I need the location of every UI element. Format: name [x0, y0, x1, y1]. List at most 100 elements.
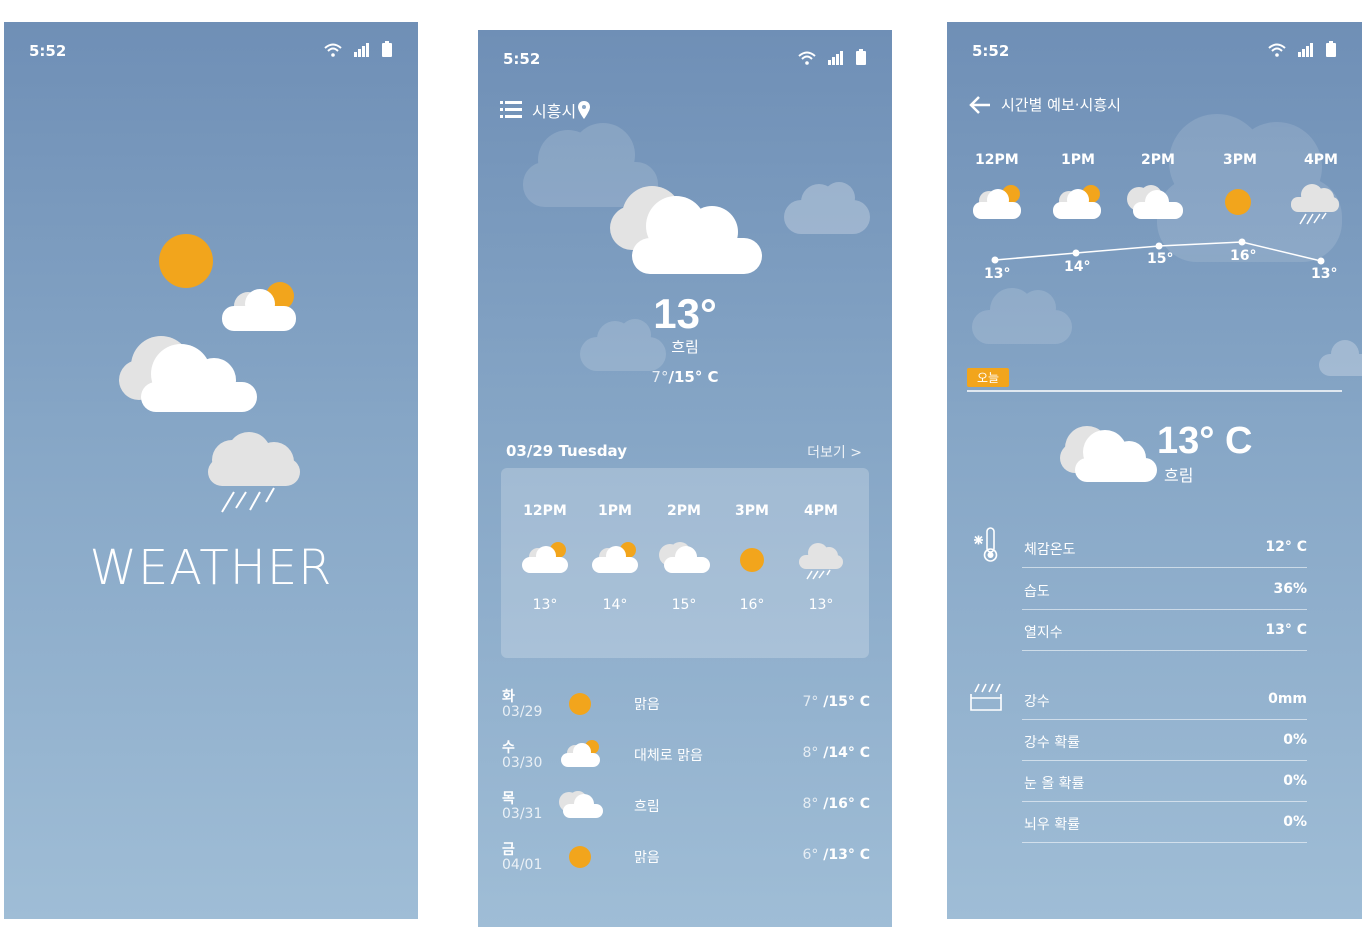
hourly-item: 2PM 15° [654, 503, 714, 613]
background-cloud [972, 288, 1072, 344]
daily-range: 8° /16° C [802, 796, 870, 812]
hourly-time: 12PM [523, 503, 567, 519]
partly-cloudy-icon [522, 542, 568, 573]
hourly-time: 4PM [804, 503, 838, 519]
background-cloud [1319, 340, 1362, 376]
battery-icon [856, 49, 866, 65]
hourly-item: 4PM 13° [791, 503, 851, 613]
detail-value: 36% [1273, 581, 1307, 597]
precipitation-chance-row: 강수 확률 0% [1022, 718, 1307, 761]
hourly-item: 12PM 13° [515, 503, 575, 613]
date-label: 03/29 Tuesday [506, 442, 627, 460]
status-time: 5:52 [29, 42, 67, 60]
detail-label: 체감온도 [1024, 542, 1076, 558]
trend-temp: 14° [1064, 259, 1091, 275]
daily-row[interactable]: 금 04/01 맑음 6° /13° C [502, 839, 870, 885]
hourly-time: 2PM [1141, 152, 1175, 168]
daily-high: /16° C [818, 796, 870, 812]
sun-icon [569, 846, 591, 868]
daily-condition: 대체로 맑음 [634, 748, 703, 764]
current-temperature: 13° [653, 290, 717, 337]
status-icons [798, 49, 866, 65]
temperature-range: 7°/15° C [478, 368, 892, 386]
trend-temp: 16° [1230, 248, 1257, 264]
sun-icon [740, 548, 764, 572]
hourly-time: 4PM [1304, 152, 1338, 168]
battery-icon [382, 41, 392, 57]
status-time: 5:52 [503, 50, 541, 68]
hourly-forecast-card[interactable]: 12PM 13° 1PM 14° 2PM 15° 3PM 16° 4PM 13° [501, 468, 869, 658]
background-cloud [784, 182, 870, 234]
cloudy-icon [659, 542, 710, 573]
detail-label: 눈 올 확률 [1024, 776, 1085, 792]
detail-label: 뇌우 확률 [1024, 817, 1080, 833]
back-arrow-icon[interactable] [969, 95, 991, 114]
daily-range: 7° /15° C [802, 694, 870, 710]
current-condition: 흐림 [671, 338, 699, 356]
hourly-time: 1PM [598, 503, 632, 519]
status-icons [324, 41, 392, 57]
partly-cloudy-icon [592, 542, 638, 573]
daily-date: 04/01 [502, 857, 543, 873]
detail-value: 13° C [1265, 622, 1307, 638]
wifi-icon [1268, 43, 1286, 57]
daily-high: /15° C [818, 694, 870, 710]
location-bar: 시흥시 [500, 98, 591, 122]
hourly-temp: 15° [671, 597, 697, 613]
splash-screen: 5:52 WEATHER [4, 22, 418, 919]
rain-icon [799, 543, 843, 580]
cloudy-icon [610, 186, 762, 274]
rain-icon [1291, 184, 1339, 225]
wifi-icon [798, 51, 816, 65]
detail-label: 강수 [1024, 694, 1050, 710]
hourly-temp: 13° [808, 597, 834, 613]
hourly-time: 1PM [1061, 152, 1095, 168]
daily-high: /14° C [818, 745, 870, 761]
header-bar: 시간별 예보·시흥시 [969, 94, 1121, 115]
heat-index-row: 열지수 13° C [1022, 608, 1307, 651]
humidity-row: 습도 36% [1022, 567, 1307, 610]
trend-temp: 13° [1311, 266, 1338, 282]
daily-low: 8° [802, 796, 819, 812]
daily-range: 8° /14° C [802, 745, 870, 761]
daily-condition: 흐림 [634, 799, 660, 815]
daily-row[interactable]: 수 03/30 대체로 맑음 8° /14° C [502, 737, 870, 783]
battery-icon [1326, 41, 1336, 57]
thermometer-icon [974, 527, 998, 562]
daily-row[interactable]: 화 03/29 맑음 7° /15° C [502, 686, 870, 732]
daily-low: 8° [802, 745, 819, 761]
daily-date: 03/29 [502, 704, 543, 720]
daily-row[interactable]: 목 03/31 흐림 8° /16° C [502, 788, 870, 834]
location-name[interactable]: 시흥시 [532, 98, 576, 122]
main-screen: 5:52 시흥시 13° 흐림 7°/15° C 03/29 Tuesday 더… [478, 30, 892, 927]
hourly-temp: 14° [602, 597, 628, 613]
cloudy-icon [119, 336, 257, 412]
more-link[interactable]: 더보기 > [807, 442, 862, 462]
detail-value: 0% [1283, 732, 1307, 748]
cloudy-icon [1060, 426, 1157, 482]
hourly-time: 2PM [667, 503, 701, 519]
hourly-time: 3PM [1223, 152, 1257, 168]
daily-low: 7° [802, 694, 819, 710]
menu-icon[interactable] [500, 100, 522, 120]
daily-low: 6° [802, 847, 819, 863]
feels-like-row: 체감온도 12° C [1022, 525, 1307, 568]
daily-date: 03/30 [502, 755, 543, 771]
today-badge: 오늘 [967, 368, 1010, 387]
temperature-high: /15° C [668, 368, 719, 386]
signal-icon [354, 43, 369, 57]
location-pin-icon [578, 101, 591, 119]
sun-icon [159, 234, 213, 288]
status-time: 5:52 [972, 42, 1010, 60]
detail-label: 습도 [1024, 584, 1050, 600]
daily-range: 6° /13° C [802, 847, 870, 863]
detail-value: 0% [1283, 773, 1307, 789]
snow-chance-row: 눈 올 확률 0% [1022, 759, 1307, 802]
precipitation-row: 강수 0mm [1022, 677, 1307, 720]
hourly-time: 12PM [975, 152, 1019, 168]
trend-temp: 13° [984, 266, 1011, 282]
hourly-temp: 13° [532, 597, 558, 613]
sun-icon [1225, 189, 1251, 215]
daily-day: 금 [502, 842, 515, 858]
current-temperature: 13° C [1157, 420, 1253, 462]
